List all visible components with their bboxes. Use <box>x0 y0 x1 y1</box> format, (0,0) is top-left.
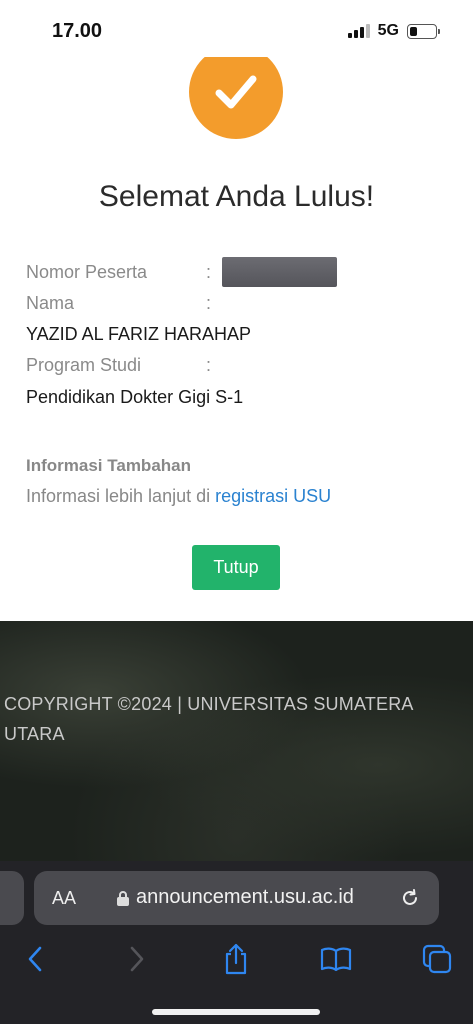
program-value: Pendidikan Dokter Gigi S-1 <box>26 387 244 407</box>
name-value: YAZID AL FARIZ HARAHAP <box>26 324 252 344</box>
colon: : <box>206 293 212 313</box>
browser-chrome: AA announcement.usu.ac.id <box>0 861 473 1024</box>
share-icon[interactable] <box>218 941 254 977</box>
extra-info-title: Informasi Tambahan <box>26 456 191 475</box>
browser-toolbar <box>0 941 473 981</box>
status-bar-mask <box>180 0 290 57</box>
lock-icon <box>116 890 130 912</box>
nomor-peserta-row: Nomor Peserta : <box>26 262 211 283</box>
tabs-icon[interactable] <box>419 941 455 977</box>
nama-label: Nama <box>26 293 75 313</box>
colon: : <box>206 355 212 375</box>
back-icon[interactable] <box>17 941 53 977</box>
network-type: 5G <box>377 22 399 39</box>
home-indicator <box>152 1009 320 1015</box>
address-bar[interactable]: AA announcement.usu.ac.id <box>34 871 439 925</box>
status-indicators: 5G <box>347 22 440 40</box>
status-time: 17.00 <box>52 20 103 42</box>
program-studi-row: Program Studi : <box>26 355 211 376</box>
text-size-label: AA <box>52 888 77 908</box>
bookmarks-icon[interactable] <box>318 941 354 977</box>
forward-icon[interactable] <box>119 941 155 977</box>
url-text: announcement.usu.ac.id <box>136 886 354 908</box>
extra-info-text: Informasi lebih lanjut di registrasi USU <box>26 486 331 507</box>
success-check-icon <box>189 45 283 139</box>
extra-info-prefix: Informasi lebih lanjut di <box>26 486 216 506</box>
result-title: Selemat Anda Lulus! <box>98 180 375 213</box>
nomor-peserta-label: Nomor Peserta <box>26 262 148 282</box>
previous-tab-peek[interactable] <box>0 871 24 925</box>
close-button[interactable]: Tutup <box>192 545 280 590</box>
signal-icon <box>347 24 370 38</box>
redacted-participant-number <box>222 257 337 287</box>
reload-icon[interactable] <box>399 887 421 914</box>
battery-icon <box>407 23 440 39</box>
program-studi-label: Program Studi <box>26 355 142 375</box>
text-size-button[interactable]: AA <box>52 888 76 909</box>
colon: : <box>206 262 212 282</box>
nama-row: Nama : <box>26 293 211 314</box>
copyright-text: COPYRIGHT ©2024 | UNIVERSITAS SUMATERA U… <box>4 694 413 744</box>
page-footer: COPYRIGHT ©2024 | UNIVERSITAS SUMATERA U… <box>0 621 473 861</box>
registration-link[interactable]: registrasi USU <box>215 486 331 506</box>
